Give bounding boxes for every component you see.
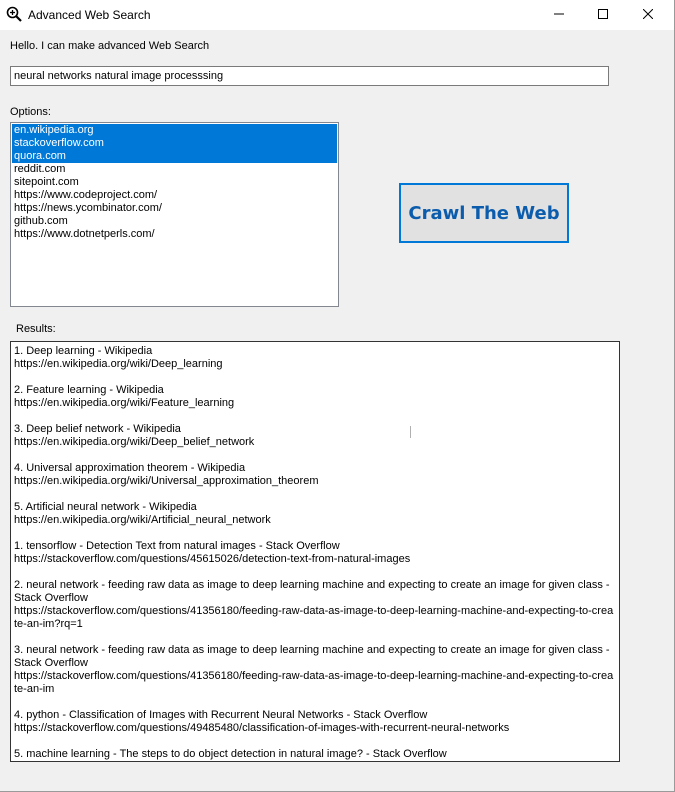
title-bar[interactable]: Advanced Web Search xyxy=(0,0,674,30)
magnifier-plus-icon xyxy=(6,6,22,22)
result-title: 1. Deep learning - Wikipedia xyxy=(14,345,153,357)
result-title: 4. python - Classification of Images wit… xyxy=(14,709,428,721)
result-url: https://en.wikipedia.org/wiki/Deep_belie… xyxy=(14,436,255,448)
option-item[interactable]: https://www.dotnetperls.com/ xyxy=(12,228,337,241)
result-url: https://en.wikipedia.org/wiki/Feature_le… xyxy=(14,397,235,409)
result-entry: 5. Artificial neural network - Wikipedia… xyxy=(14,501,616,527)
option-item[interactable]: en.wikipedia.org xyxy=(12,124,337,137)
text-cursor-icon xyxy=(410,426,411,438)
result-title: 4. Universal approximation theorem - Wik… xyxy=(14,462,246,474)
result-entry: 4. python - Classification of Images wit… xyxy=(14,709,616,735)
crawl-button[interactable]: Crawl The Web xyxy=(399,183,569,243)
result-url: https://stackoverflow.com/questions/4948… xyxy=(14,722,510,734)
search-input[interactable] xyxy=(10,66,609,86)
minimize-icon xyxy=(554,9,564,22)
result-url: https://en.wikipedia.org/wiki/Artificial… xyxy=(14,514,271,526)
result-url: https://stackoverflow.com/questions/4561… xyxy=(14,553,411,565)
option-item[interactable]: quora.com xyxy=(12,150,337,163)
result-title: 1. tensorflow - Detection Text from natu… xyxy=(14,540,340,552)
result-entry: 5. machine learning - The steps to do ob… xyxy=(14,748,616,761)
result-title: 3. Deep belief network - Wikipedia xyxy=(14,423,181,435)
maximize-button[interactable] xyxy=(580,0,626,30)
greeting-label: Hello. I can make advanced Web Search xyxy=(10,40,210,52)
result-title: 3. neural network - feeding raw data as … xyxy=(14,644,610,669)
app-window: Advanced Web Search Hello. I can make ad… xyxy=(0,0,675,792)
option-item[interactable]: stackoverflow.com xyxy=(12,137,337,150)
options-listbox[interactable]: en.wikipedia.org stackoverflow.com quora… xyxy=(10,122,339,307)
result-entry: 3. Deep belief network - Wikipedia https:… xyxy=(14,423,616,449)
result-url: https://en.wikipedia.org/wiki/Universal_… xyxy=(14,475,319,487)
result-entry: 1. Deep learning - Wikipedia https://en.w… xyxy=(14,345,616,371)
result-entry: 4. Universal approximation theorem - Wik… xyxy=(14,462,616,488)
minimize-button[interactable] xyxy=(536,0,582,30)
result-entry: 2. neural network - feeding raw data as … xyxy=(14,579,616,631)
result-title: 2. neural network - feeding raw data as … xyxy=(14,579,610,604)
result-entry: 3. neural network - feeding raw data as … xyxy=(14,644,616,696)
maximize-icon xyxy=(598,8,608,22)
option-item[interactable]: https://www.codeproject.com/ xyxy=(12,189,337,202)
results-textbox[interactable]: 1. Deep learning - Wikipedia https://en.w… xyxy=(10,341,620,762)
result-title: 5. Artificial neural network - Wikipedia xyxy=(14,501,197,513)
option-item[interactable]: github.com xyxy=(12,215,337,228)
close-button[interactable] xyxy=(625,0,671,30)
result-url: https://en.wikipedia.org/wiki/Deep_learn… xyxy=(14,358,223,370)
option-item[interactable]: reddit.com xyxy=(12,163,337,176)
result-entry: 1. tensorflow - Detection Text from natu… xyxy=(14,540,616,566)
close-icon xyxy=(642,8,654,22)
result-url: https://stackoverflow.com/questions/4135… xyxy=(14,670,614,695)
option-item[interactable]: https://news.ycombinator.com/ xyxy=(12,202,337,215)
option-item[interactable]: sitepoint.com xyxy=(12,176,337,189)
window-title: Advanced Web Search xyxy=(28,8,151,22)
result-url: https://stackoverflow.com/questions/4135… xyxy=(14,605,614,630)
result-title: 2. Feature learning - Wikipedia xyxy=(14,384,164,396)
result-title: 5. machine learning - The steps to do ob… xyxy=(14,748,447,760)
result-entry: 2. Feature learning - Wikipedia https://e… xyxy=(14,384,616,410)
options-label: Options: xyxy=(10,106,51,118)
results-label: Results: xyxy=(16,323,56,335)
